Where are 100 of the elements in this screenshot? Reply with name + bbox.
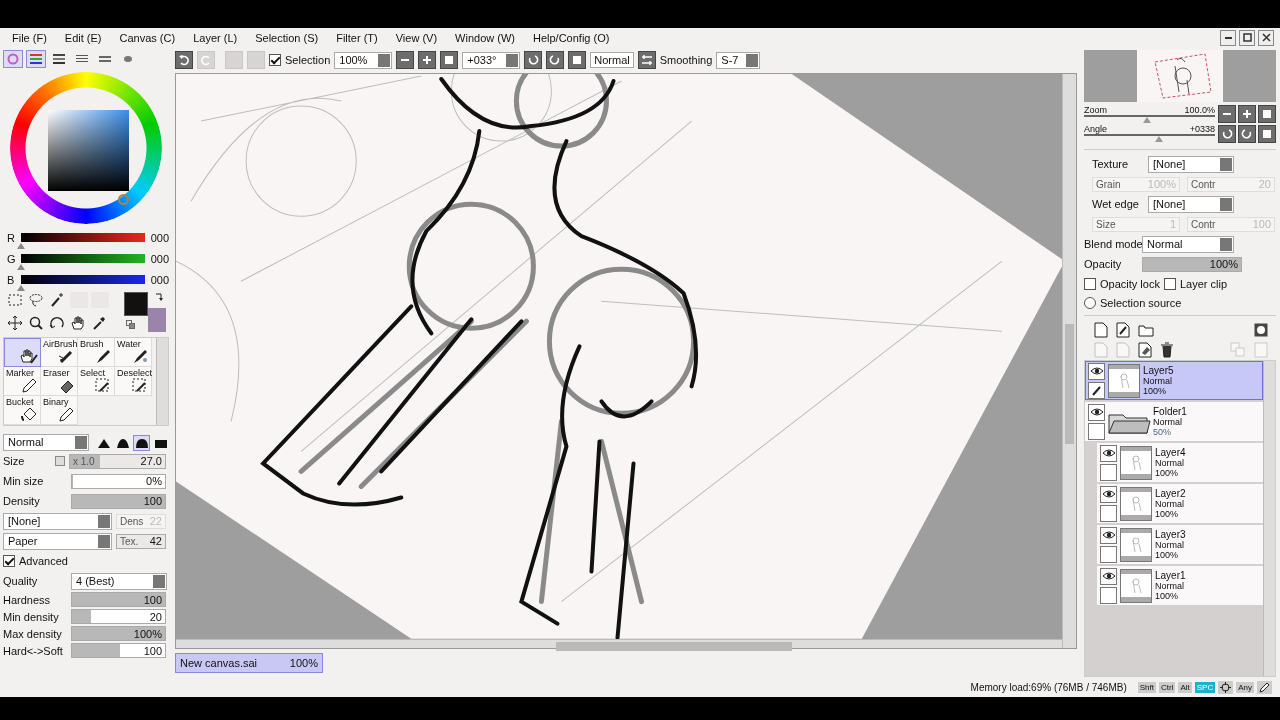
zoom-reset-button[interactable] (1258, 105, 1276, 123)
layer-row[interactable]: Layer3 Normal 100% (1097, 525, 1263, 564)
layer-option-checkbox[interactable] (1084, 278, 1096, 290)
menu-item[interactable]: File (F) (12, 31, 47, 44)
channel-slider[interactable] (20, 274, 145, 291)
tool-button[interactable]: Deselect (115, 367, 152, 396)
parameter-slider[interactable]: 100% (71, 626, 166, 641)
size-slider[interactable]: x 1.0 27.0 (69, 453, 166, 469)
undo-button[interactable] (175, 51, 193, 69)
edit-target-box[interactable] (1088, 381, 1105, 399)
menu-item[interactable]: Selection (S) (255, 31, 319, 44)
hue-marker-icon[interactable] (118, 194, 129, 205)
folder-icon[interactable] (1138, 323, 1154, 337)
texture-dropdown[interactable]: [None] (3, 512, 112, 530)
layer-blend-dropdown[interactable]: Normal (1142, 235, 1234, 253)
zoom-out-button[interactable] (396, 51, 415, 69)
color-panel-tab[interactable] (26, 50, 46, 68)
move-icon[interactable] (7, 314, 23, 331)
layer-row[interactable]: Folder1 Normal 50% (1085, 402, 1263, 441)
tool-button[interactable]: Brush (78, 338, 115, 367)
layer-texture-dropdown[interactable]: [None] (1148, 155, 1234, 173)
density-slider[interactable]: 100 (71, 493, 166, 509)
eraser-layer-icon[interactable] (1138, 342, 1152, 358)
menu-item[interactable]: Canvas (C) (119, 31, 176, 44)
tool-button[interactable]: Eraser (41, 367, 78, 396)
magic-wand-icon[interactable] (49, 292, 65, 308)
rotate-right-button[interactable] (1238, 125, 1256, 143)
flip-button[interactable] (637, 51, 656, 69)
restore-button[interactable] (1239, 29, 1255, 46)
parameter-slider[interactable]: 20 (71, 609, 166, 624)
hand-icon[interactable] (70, 314, 86, 331)
menu-item[interactable]: Layer (L) (193, 31, 238, 44)
size-toggle[interactable] (55, 456, 65, 466)
tool-button[interactable]: Water (115, 338, 152, 367)
layer-row[interactable]: Layer2 Normal 100% (1097, 484, 1263, 523)
minimize-button[interactable] (1220, 29, 1236, 46)
foreground-color-swatch[interactable] (124, 292, 148, 316)
lasso-icon[interactable] (28, 292, 44, 308)
wet-edge-dropdown[interactable]: [None] (1148, 195, 1234, 213)
scrollbar[interactable] (156, 338, 168, 425)
tool-button[interactable] (4, 338, 41, 367)
mask-icon[interactable] (1254, 323, 1268, 337)
quality-dropdown[interactable]: 4 (Best) (71, 572, 167, 590)
color-square[interactable] (48, 110, 129, 191)
swap-arrow-icon[interactable] (154, 292, 164, 302)
color-panel-tab[interactable] (3, 50, 23, 68)
parameter-slider[interactable]: 100 (71, 643, 166, 658)
slider-thumb[interactable] (16, 242, 25, 249)
new-pen-layer-icon[interactable] (1116, 322, 1130, 338)
canvas-tab[interactable]: New canvas.sai 100% (175, 653, 323, 673)
visibility-toggle[interactable] (1100, 567, 1117, 585)
layer-option-checkbox[interactable] (1163, 278, 1176, 290)
slider-thumb[interactable] (16, 263, 25, 270)
rotate-reset-button[interactable] (568, 51, 587, 69)
zoom-out-button[interactable] (1218, 105, 1236, 123)
tool-button[interactable]: Binary (41, 396, 78, 425)
parameter-slider[interactable]: 100 (71, 592, 166, 607)
menu-item[interactable]: Window (W) (455, 31, 515, 44)
layer-row[interactable]: Layer5 Normal 100% (1085, 361, 1263, 400)
min-size-slider[interactable]: 0% (71, 473, 166, 489)
layer-scrollbar[interactable] (1263, 361, 1275, 676)
trash-icon[interactable] (1160, 342, 1174, 358)
rotate-left-button[interactable] (1218, 125, 1236, 143)
close-button[interactable] (1258, 29, 1274, 46)
brush-shape-button[interactable] (133, 434, 150, 451)
eyedropper-icon[interactable] (91, 314, 107, 331)
selection-source-radio[interactable] (1084, 296, 1096, 309)
channel-slider[interactable] (20, 232, 145, 249)
zoom-in-button[interactable] (1238, 105, 1256, 123)
visibility-toggle[interactable] (1088, 362, 1105, 380)
visibility-toggle[interactable] (1100, 526, 1117, 544)
tool-button[interactable]: Select (78, 367, 115, 396)
smoothing-dropdown[interactable]: S-7 (716, 51, 761, 69)
new-layer-icon[interactable] (1094, 322, 1108, 338)
rotate-icon[interactable] (49, 314, 65, 331)
vertical-scrollbar[interactable] (1062, 74, 1076, 648)
texture-strength-field[interactable]: Tex. 42 (116, 533, 166, 549)
paper-dropdown[interactable]: Paper (3, 532, 112, 550)
visibility-toggle[interactable] (1100, 485, 1117, 503)
zoom-in-button[interactable] (418, 51, 437, 69)
horizontal-scrollbar[interactable] (176, 638, 1062, 648)
layer-row[interactable]: Layer4 Normal 100% (1097, 443, 1263, 482)
view-mode-field[interactable]: Normal (590, 52, 634, 68)
zoom-reset-button[interactable] (440, 51, 459, 69)
selection-icon[interactable] (7, 292, 23, 308)
angle-slider-thumb[interactable] (1154, 136, 1163, 142)
menu-item[interactable]: Help/Config (O) (532, 31, 610, 44)
tool-button[interactable]: Marker (4, 367, 41, 396)
zoom-slider-thumb[interactable] (1142, 117, 1151, 123)
visibility-toggle[interactable] (1088, 403, 1105, 421)
slider-thumb[interactable] (16, 284, 25, 291)
tool-button[interactable]: AirBrush (41, 338, 78, 367)
reset-colors-icon[interactable] (126, 320, 135, 329)
menu-item[interactable]: Edit (E) (64, 31, 102, 44)
rotate-reset-button[interactable] (1258, 125, 1276, 143)
rotate-left-button[interactable] (524, 51, 543, 69)
menu-item[interactable]: View (V) (395, 31, 438, 44)
magnifier-icon[interactable] (28, 314, 44, 331)
channel-slider[interactable] (20, 253, 145, 270)
selection-checkbox[interactable] (269, 54, 281, 66)
